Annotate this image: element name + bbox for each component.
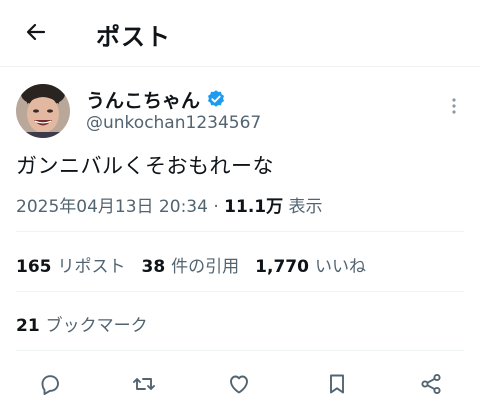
back-button[interactable]	[18, 14, 54, 50]
avatar[interactable]	[16, 84, 70, 138]
more-vertical-icon	[452, 98, 456, 114]
views-count: 11.1万	[224, 197, 284, 217]
share-icon	[421, 373, 441, 395]
top-bar: ポスト	[0, 0, 480, 67]
tweet-timestamp[interactable]: 2025年04月13日 20:34	[16, 197, 208, 217]
tweet-text: ガンニバルくそおもれーな	[16, 154, 274, 178]
quotes-stat[interactable]: 38 件の引用	[142, 252, 240, 277]
bookmarks-count: 21	[16, 316, 40, 336]
author-name-row: うんこちゃん	[86, 86, 226, 112]
meta-separator: ·	[213, 197, 219, 217]
author-display-name[interactable]: うんこちゃん	[86, 86, 200, 113]
like-button[interactable]	[225, 370, 253, 398]
tweet-meta: 2025年04月13日 20:34 · 11.1万 表示	[16, 192, 323, 217]
bookmark-icon	[330, 374, 344, 394]
views-label: 表示	[288, 197, 323, 217]
quotes-count: 38	[141, 257, 166, 277]
more-options-button[interactable]	[444, 94, 464, 118]
divider	[16, 231, 464, 232]
bookmark-button[interactable]	[323, 370, 351, 398]
bookmarks-stat[interactable]: 21 ブックマーク	[16, 311, 148, 336]
likes-label: いいね	[314, 257, 366, 277]
repost-button[interactable]	[130, 370, 158, 398]
quotes-label: 件の引用	[171, 257, 240, 277]
divider	[16, 291, 464, 292]
engagement-stats: 165 リポスト 38 件の引用 1,770 いいね	[16, 252, 366, 277]
avatar-image	[16, 84, 70, 138]
share-button[interactable]	[417, 370, 445, 398]
verified-badge-icon	[208, 90, 225, 107]
reposts-stat[interactable]: 165 リポスト	[16, 252, 126, 277]
reply-icon	[41, 375, 59, 395]
page-title: ポスト	[96, 23, 171, 51]
likes-stat[interactable]: 1,770 いいね	[255, 252, 366, 277]
reposts-count: 165	[16, 257, 52, 277]
divider	[16, 350, 464, 351]
action-bar	[0, 364, 480, 404]
repost-icon	[133, 378, 155, 390]
author-handle[interactable]: @unkochan1234567	[86, 113, 261, 133]
reply-button[interactable]	[36, 370, 64, 398]
likes-count: 1,770	[255, 257, 309, 277]
arrow-left-icon	[26, 23, 46, 41]
bookmarks-label: ブックマーク	[45, 316, 148, 336]
reposts-label: リポスト	[57, 257, 126, 277]
like-icon	[230, 375, 248, 394]
